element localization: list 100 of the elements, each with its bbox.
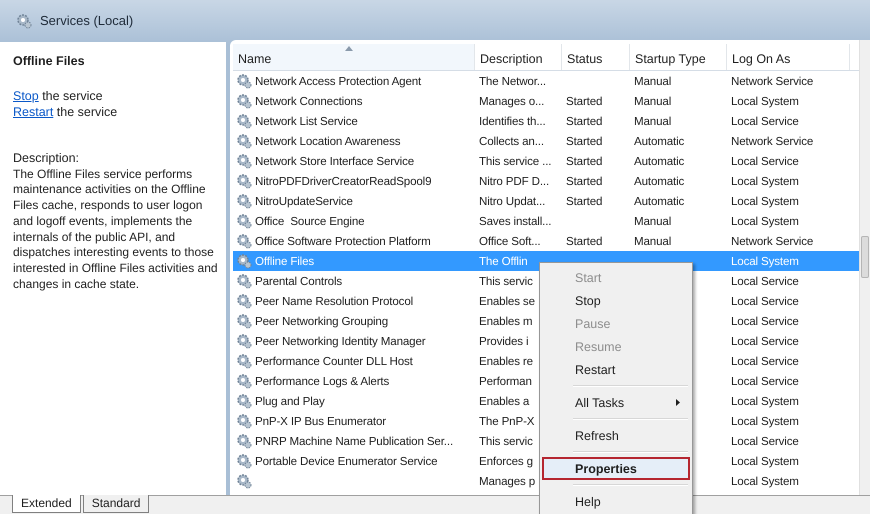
service-description: The Networ... xyxy=(479,74,546,88)
service-name[interactable]: NitroPDFDriverCreatorReadSpool9 xyxy=(255,174,432,188)
service-description: Enforces g xyxy=(479,454,533,468)
menu-item[interactable]: Stop xyxy=(542,289,690,312)
description-label: Description: xyxy=(13,151,80,167)
gear-icon xyxy=(236,413,252,429)
startup-type: Manual xyxy=(634,94,672,108)
log-on-account: Local System xyxy=(731,254,799,268)
service-description: Office Soft... xyxy=(479,234,540,248)
service-name[interactable]: Performance Counter DLL Host xyxy=(255,354,413,368)
log-on-account: Network Service xyxy=(731,74,814,88)
log-on-account: Local Service xyxy=(731,354,799,368)
service-status: Started xyxy=(566,174,602,188)
view-tab[interactable]: Standard xyxy=(82,495,150,513)
gear-icon xyxy=(236,173,252,189)
service-name[interactable]: Parental Controls xyxy=(255,274,342,288)
menu-item[interactable]: Refresh xyxy=(542,424,690,447)
service-name[interactable]: Peer Networking Grouping xyxy=(255,314,388,328)
service-name[interactable]: Network Access Protection Agent xyxy=(255,74,422,88)
log-on-account: Local Service xyxy=(731,114,799,128)
menu-item[interactable]: Restart xyxy=(542,358,690,381)
gear-icon xyxy=(236,153,252,169)
service-name[interactable]: Portable Device Enumerator Service xyxy=(255,454,438,468)
gear-icon xyxy=(236,93,252,109)
gear-icon xyxy=(236,353,252,369)
scrollbar-thumb[interactable] xyxy=(861,236,869,278)
menu-item[interactable]: Help xyxy=(542,490,690,513)
gear-icon xyxy=(236,193,252,209)
submenu-arrow-icon xyxy=(676,399,680,406)
service-status: Started xyxy=(566,114,602,128)
gear-icon xyxy=(236,453,252,469)
action-link[interactable]: Restart xyxy=(13,105,54,119)
service-name[interactable]: Network Store Interface Service xyxy=(255,154,414,168)
log-on-account: Local System xyxy=(731,474,799,488)
gear-icon xyxy=(236,113,252,129)
startup-type: Manual xyxy=(634,74,672,88)
gear-icon xyxy=(236,473,252,489)
service-description: Collects an... xyxy=(479,134,544,148)
log-on-account: Local System xyxy=(731,214,799,228)
service-name[interactable]: PnP-X IP Bus Enumerator xyxy=(255,414,386,428)
view-tab[interactable]: Extended xyxy=(12,495,81,513)
service-status: Started xyxy=(566,134,602,148)
service-name[interactable]: Peer Networking Identity Manager xyxy=(255,334,426,348)
log-on-account: Local Service xyxy=(731,374,799,388)
log-on-account: Local System xyxy=(731,454,799,468)
service-name[interactable]: Office Software Protection Platform xyxy=(255,234,431,248)
service-description: Manages p xyxy=(479,474,536,488)
log-on-account: Local System xyxy=(731,394,799,408)
service-status: Started xyxy=(566,94,602,108)
log-on-account: Local System xyxy=(731,94,799,108)
service-description: Enables se xyxy=(479,294,535,308)
service-name[interactable]: PNRP Machine Name Publication Ser... xyxy=(255,434,454,448)
log-on-account: Local Service xyxy=(731,274,799,288)
gear-icon xyxy=(236,293,252,309)
service-name[interactable]: Plug and Play xyxy=(255,394,325,408)
service-name[interactable]: Network Connections xyxy=(255,94,362,108)
service-description: Nitro Updat... xyxy=(479,194,546,208)
startup-type: Manual xyxy=(634,114,672,128)
service-status: Started xyxy=(566,194,602,208)
startup-type: Automatic xyxy=(634,154,684,168)
service-status: Started xyxy=(566,154,602,168)
panel-title: Services (Local) xyxy=(40,13,134,28)
startup-type: Manual xyxy=(634,214,672,228)
service-description: Saves install... xyxy=(479,214,552,228)
service-name[interactable]: NitroUpdateService xyxy=(255,194,353,208)
startup-type: Automatic xyxy=(634,174,684,188)
service-description: Provides i xyxy=(479,334,528,348)
menu-item[interactable]: Properties xyxy=(542,457,690,480)
log-on-account: Local Service xyxy=(731,154,799,168)
log-on-account: Local Service xyxy=(731,334,799,348)
gear-icon xyxy=(236,333,252,349)
service-name[interactable]: Office Source Engine xyxy=(255,214,364,228)
log-on-account: Network Service xyxy=(731,134,814,148)
action-text: Stop the service xyxy=(13,88,104,104)
gear-icon xyxy=(16,13,32,29)
service-description: Enables a xyxy=(479,394,530,408)
column-header[interactable]: Name xyxy=(233,44,475,70)
service-description: This servic xyxy=(479,274,533,288)
menu-item[interactable]: All Tasks xyxy=(542,391,690,414)
gear-icon xyxy=(236,213,252,229)
gear-icon xyxy=(236,133,252,149)
startup-type: Automatic xyxy=(634,194,684,208)
service-name[interactable]: Network Location Awareness xyxy=(255,134,400,148)
service-name[interactable]: Peer Name Resolution Protocol xyxy=(255,294,414,308)
service-description: Identifies th... xyxy=(479,114,546,128)
startup-type: Automatic xyxy=(634,134,684,148)
service-name[interactable]: Performance Logs & Alerts xyxy=(255,374,390,388)
log-on-account: Local Service xyxy=(731,294,799,308)
gear-icon xyxy=(236,233,252,249)
service-title: Offline Files xyxy=(13,54,86,68)
service-description: Manages o... xyxy=(479,94,544,108)
action-link[interactable]: Stop xyxy=(13,89,39,103)
service-status: Started xyxy=(566,234,602,248)
gear-icon xyxy=(236,273,252,289)
log-on-account: Network Service xyxy=(731,234,814,248)
log-on-account: Local System xyxy=(731,174,799,188)
service-description: The PnP-X xyxy=(479,414,534,428)
description-text: The Offline Files service performs maintenance activities on the Offline Files cache, responds to user logon and logoff events, implements the internals of the public API, and dispatches interesting events to those interested in Offline Files activities and changes in cache state. xyxy=(13,166,218,292)
log-on-account: Local Service xyxy=(731,434,799,448)
service-name[interactable]: Network List Service xyxy=(255,114,358,128)
